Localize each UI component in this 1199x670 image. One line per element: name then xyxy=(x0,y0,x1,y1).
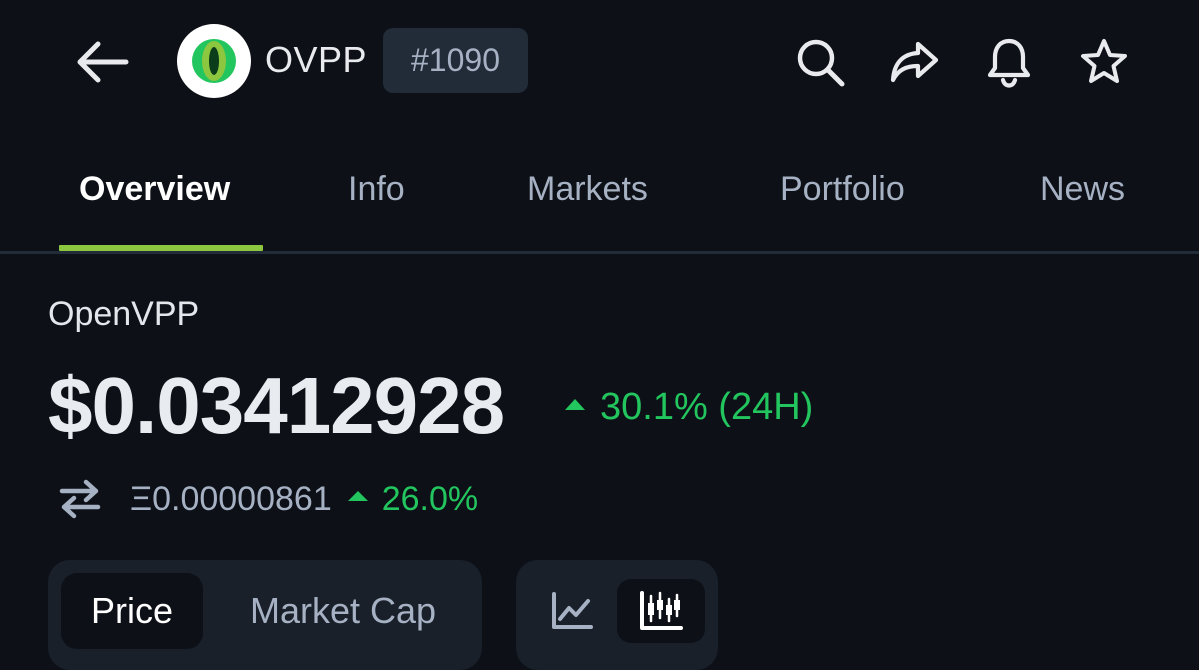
back-button[interactable] xyxy=(70,32,134,92)
price-usd: $0.03412928 xyxy=(48,361,505,450)
alert-button[interactable] xyxy=(981,34,1037,90)
price-change-eth: 26.0% xyxy=(347,479,479,519)
share-button[interactable] xyxy=(886,34,942,90)
tab-portfolio[interactable]: Portfolio xyxy=(780,170,905,209)
candlestick-chart-icon xyxy=(640,591,683,630)
chart-type-toggle xyxy=(516,560,718,670)
price-eth: Ξ0.00000861 xyxy=(130,479,332,518)
tab-bar: Overview Info Markets Portfolio News xyxy=(0,150,1199,252)
tabs-divider xyxy=(0,251,1199,254)
tab-markets[interactable]: Markets xyxy=(527,170,648,209)
line-chart-button[interactable] xyxy=(528,579,616,643)
top-app-bar: OVPP #1090 xyxy=(0,0,1199,120)
price-change-eth-value: 26.0% xyxy=(381,479,479,518)
swap-arrows-icon[interactable] xyxy=(58,479,102,519)
line-chart-icon xyxy=(552,592,593,629)
star-icon xyxy=(1081,39,1127,83)
search-icon xyxy=(797,39,845,87)
metric-toggle: Price Market Cap xyxy=(48,560,482,670)
eth-price-row: Ξ0.00000861 26.0% xyxy=(58,476,478,522)
openvpp-logo-icon xyxy=(192,39,236,83)
coin-name: OpenVPP xyxy=(48,295,200,333)
tab-news[interactable]: News xyxy=(1040,170,1125,209)
up-triangle-icon xyxy=(565,398,585,410)
price-change-24h-value: 30.1% (24H) xyxy=(600,386,814,428)
search-button[interactable] xyxy=(792,34,848,90)
favorite-button[interactable] xyxy=(1076,34,1132,90)
share-icon xyxy=(890,41,939,83)
up-triangle-icon xyxy=(347,491,368,501)
arrow-left-icon xyxy=(77,41,129,83)
tab-overview[interactable]: Overview xyxy=(79,170,230,209)
coin-logo xyxy=(177,24,251,98)
market-cap-toggle-button[interactable]: Market Cap xyxy=(214,573,472,649)
price-toggle-button[interactable]: Price xyxy=(61,573,203,649)
bell-icon xyxy=(987,38,1031,88)
price-change-24h: 30.1% (24H) xyxy=(565,385,813,429)
rank-badge: #1090 xyxy=(383,28,528,93)
tab-info[interactable]: Info xyxy=(348,170,405,209)
coin-symbol: OVPP xyxy=(265,39,368,80)
candlestick-chart-button[interactable] xyxy=(617,579,705,643)
